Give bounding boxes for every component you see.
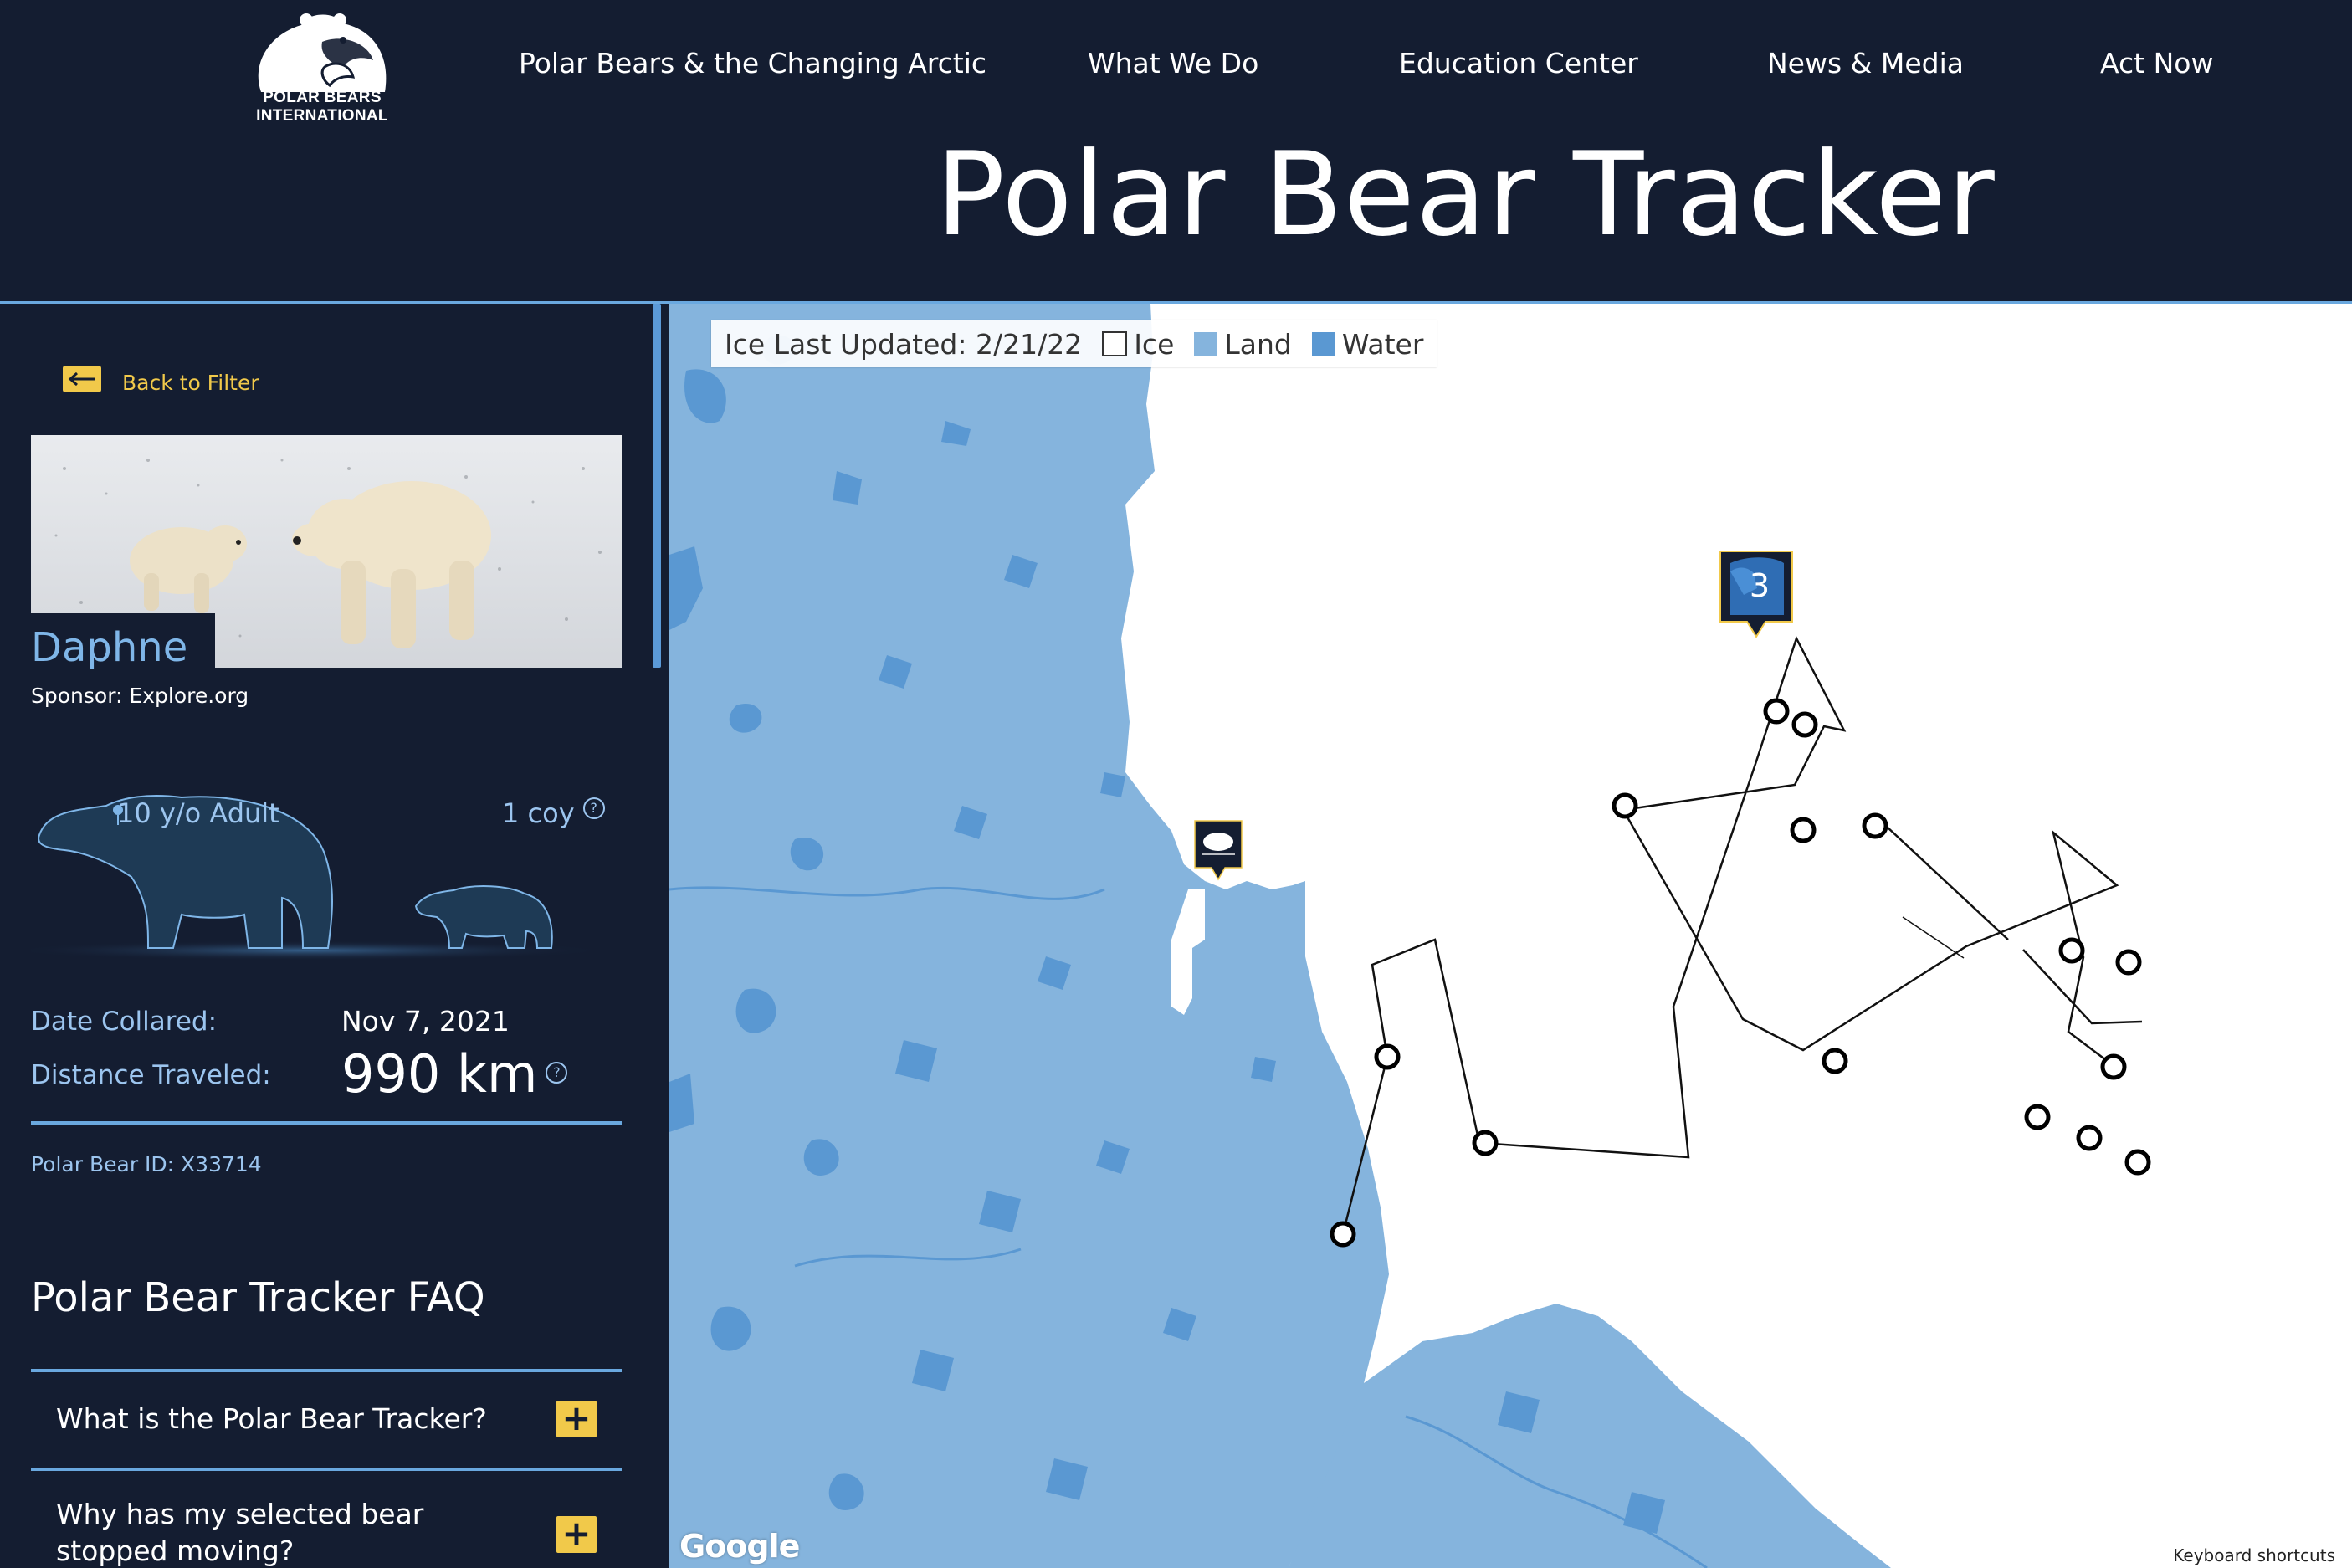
nav-item-act-now[interactable]: Act Now: [2100, 47, 2213, 79]
arrow-left-icon: [63, 365, 101, 392]
bear-family-graphic: [31, 795, 608, 961]
waypoint: [1612, 792, 1638, 819]
plus-icon[interactable]: +: [556, 1516, 597, 1553]
waypoint: [1862, 812, 1888, 839]
waypoint: [1822, 1048, 1848, 1074]
page-title: Polar Bear Tracker: [935, 127, 1996, 262]
stats-divider: [31, 1121, 622, 1125]
legend-water: Water: [1341, 327, 1424, 361]
waypoint: [2115, 949, 2142, 976]
waypoint: [1374, 1043, 1401, 1070]
map-legend: Ice Last Updated: 2/21/22 Ice Land Water: [711, 320, 1437, 367]
legend-ice: Ice: [1134, 327, 1175, 361]
waypoint: [2100, 1053, 2127, 1080]
sidebar-scrollbar[interactable]: [653, 304, 661, 668]
google-logo[interactable]: Google: [679, 1528, 800, 1565]
cubs-of-year-label: 1 coy?: [502, 797, 605, 829]
nav-item-what-we-do[interactable]: What We Do: [1088, 47, 1258, 79]
bear-id: Polar Bear ID: X33714: [31, 1152, 262, 1176]
bear-sidebar: Back to Filter Daphne Sponsor: Explore.o…: [0, 304, 669, 1568]
waypoint: [2058, 937, 2085, 964]
site-header: POLAR BEARS INTERNATIONAL Polar Bears & …: [0, 0, 2352, 304]
waypoint: [1763, 698, 1790, 725]
question-circle-icon[interactable]: ?: [582, 797, 605, 820]
logo-line-1: POLAR BEARS: [263, 89, 382, 106]
nav-item-news-media[interactable]: News & Media: [1767, 47, 1964, 79]
bear-sponsor: Sponsor: Explore.org: [31, 684, 249, 708]
water-swatch: [1311, 332, 1335, 356]
waypoint: [1791, 711, 1818, 738]
faq-title: Polar Bear Tracker FAQ: [31, 1274, 485, 1321]
bear-age-label: 10 y/o Adult: [117, 797, 279, 829]
keyboard-shortcuts-link[interactable]: Keyboard shortcuts: [2165, 1543, 2352, 1568]
ice-updated-label: Ice Last Updated: 2/21/22: [725, 327, 1083, 361]
nav-item-changing-arctic[interactable]: Polar Bears & the Changing Arctic: [519, 47, 986, 79]
logo-line-2: INTERNATIONAL: [256, 107, 388, 125]
faq-question: Why has my selected bear stopped moving?: [56, 1498, 424, 1567]
ice-swatch: [1102, 331, 1128, 356]
waypoint: [1330, 1221, 1356, 1248]
land-swatch: [1194, 332, 1218, 356]
distance-value: 990 km: [341, 1043, 538, 1104]
faq-question: What is the Polar Bear Tracker?: [56, 1402, 487, 1435]
faq-item-stopped-moving[interactable]: Why has my selected bear stopped moving?…: [31, 1471, 622, 1568]
legend-land: Land: [1224, 327, 1292, 361]
distance-traveled-label: Distance Traveled:: [31, 1060, 271, 1090]
back-to-filter-link[interactable]: Back to Filter: [63, 362, 259, 395]
faq-item-what-is-tracker[interactable]: What is the Polar Bear Tracker? +: [31, 1372, 622, 1464]
marker-count: 3: [1749, 567, 1770, 604]
question-circle-icon[interactable]: ?: [546, 1062, 568, 1084]
waypoint: [1472, 1130, 1499, 1156]
waypoint: [2076, 1125, 2103, 1151]
logo-text: POLAR BEARS INTERNATIONAL: [234, 89, 410, 126]
date-collared-label: Date Collared:: [31, 1007, 218, 1037]
cubs-count: 1 coy: [502, 797, 575, 829]
distance-traveled-value: 990 km?: [341, 1043, 568, 1104]
back-to-filter-label: Back to Filter: [122, 371, 259, 395]
map-canvas[interactable]: [669, 304, 2352, 1568]
nav-item-education-center[interactable]: Education Center: [1399, 47, 1638, 79]
waypoint: [2124, 1149, 2151, 1176]
waypoint: [1790, 817, 1817, 843]
tracker-map[interactable]: 3 Ice Last Updated: 2/21/22 Ice Land Wat…: [669, 304, 2352, 1568]
waypoint: [2024, 1104, 2051, 1130]
plus-icon[interactable]: +: [556, 1401, 597, 1437]
date-collared-value: Nov 7, 2021: [341, 1005, 510, 1038]
bear-name: Daphne: [31, 624, 188, 671]
